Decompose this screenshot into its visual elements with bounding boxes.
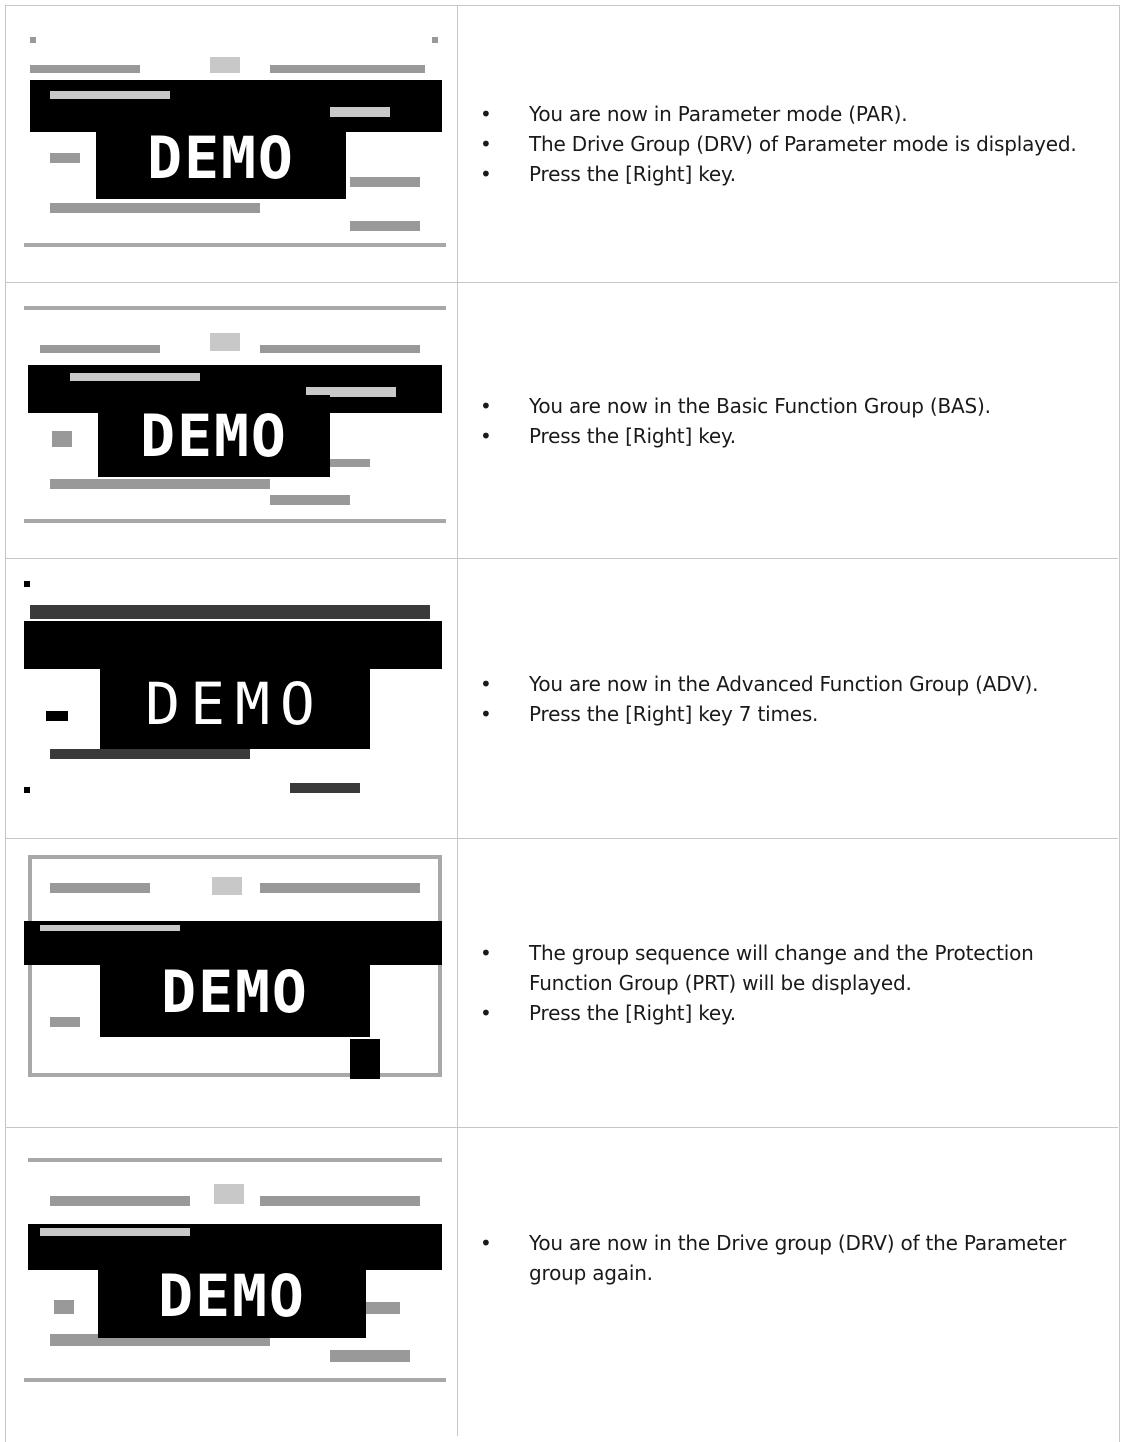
bullet-item: • Press the [Right] key.: [480, 1001, 736, 1025]
table-row: DEMO • You are now in the Advanced Functi…: [5, 559, 1118, 839]
table-row: DEMO • You are now in the Drive group (DR…: [5, 1128, 1118, 1436]
demo-watermark: DEMO: [145, 670, 325, 738]
bullet-item: • You are now in Parameter mode (PAR).: [480, 101, 908, 126]
lcd-screenshot: DEMO: [10, 283, 458, 558]
bullet-item: • The group sequence will change and the …: [480, 941, 1034, 995]
bullet-item: • Press the [Right] key 7 times.: [480, 701, 819, 726]
bullet-item: • You are now in the Advanced Function Gr…: [480, 671, 1039, 696]
row-description: • You are now in the Advanced Function Gr…: [467, 559, 1117, 838]
row-description: • You are now in the Basic Function Group…: [467, 283, 1117, 558]
demo-watermark: DEMO: [158, 1262, 306, 1330]
lcd-screenshot: DEMO: [10, 839, 458, 1127]
row-description: • You are now in the Drive group (DRV) of…: [467, 1128, 1117, 1388]
lcd-screenshot: DEMO: [10, 5, 458, 282]
bullet-item: • Press the [Right] key.: [480, 161, 736, 186]
row-description: • You are now in Parameter mode (PAR). • T…: [467, 5, 1117, 282]
bullet-item: • You are now in the Drive group (DRV) of…: [480, 1231, 1067, 1285]
demo-watermark: DEMO: [161, 958, 309, 1026]
row-description: • The group sequence will change and the …: [467, 839, 1117, 1127]
table-row: DEMO • You are now in Parameter mode (PAR…: [5, 5, 1118, 283]
bullet-item: • Press the [Right] key.: [480, 423, 736, 448]
demo-watermark: DEMO: [147, 124, 295, 192]
lcd-screenshot: DEMO: [10, 559, 458, 838]
lcd-screenshot: DEMO: [10, 1128, 458, 1436]
bullet-item: • The Drive Group (DRV) of Parameter mode…: [480, 131, 1077, 156]
table-row: DEMO • You are now in the Basic Function …: [5, 283, 1118, 559]
table-row: DEMO • The group sequence will change and…: [5, 839, 1118, 1128]
bullet-item: • You are now in the Basic Function Group…: [480, 393, 991, 418]
demo-watermark: DEMO: [140, 402, 288, 470]
